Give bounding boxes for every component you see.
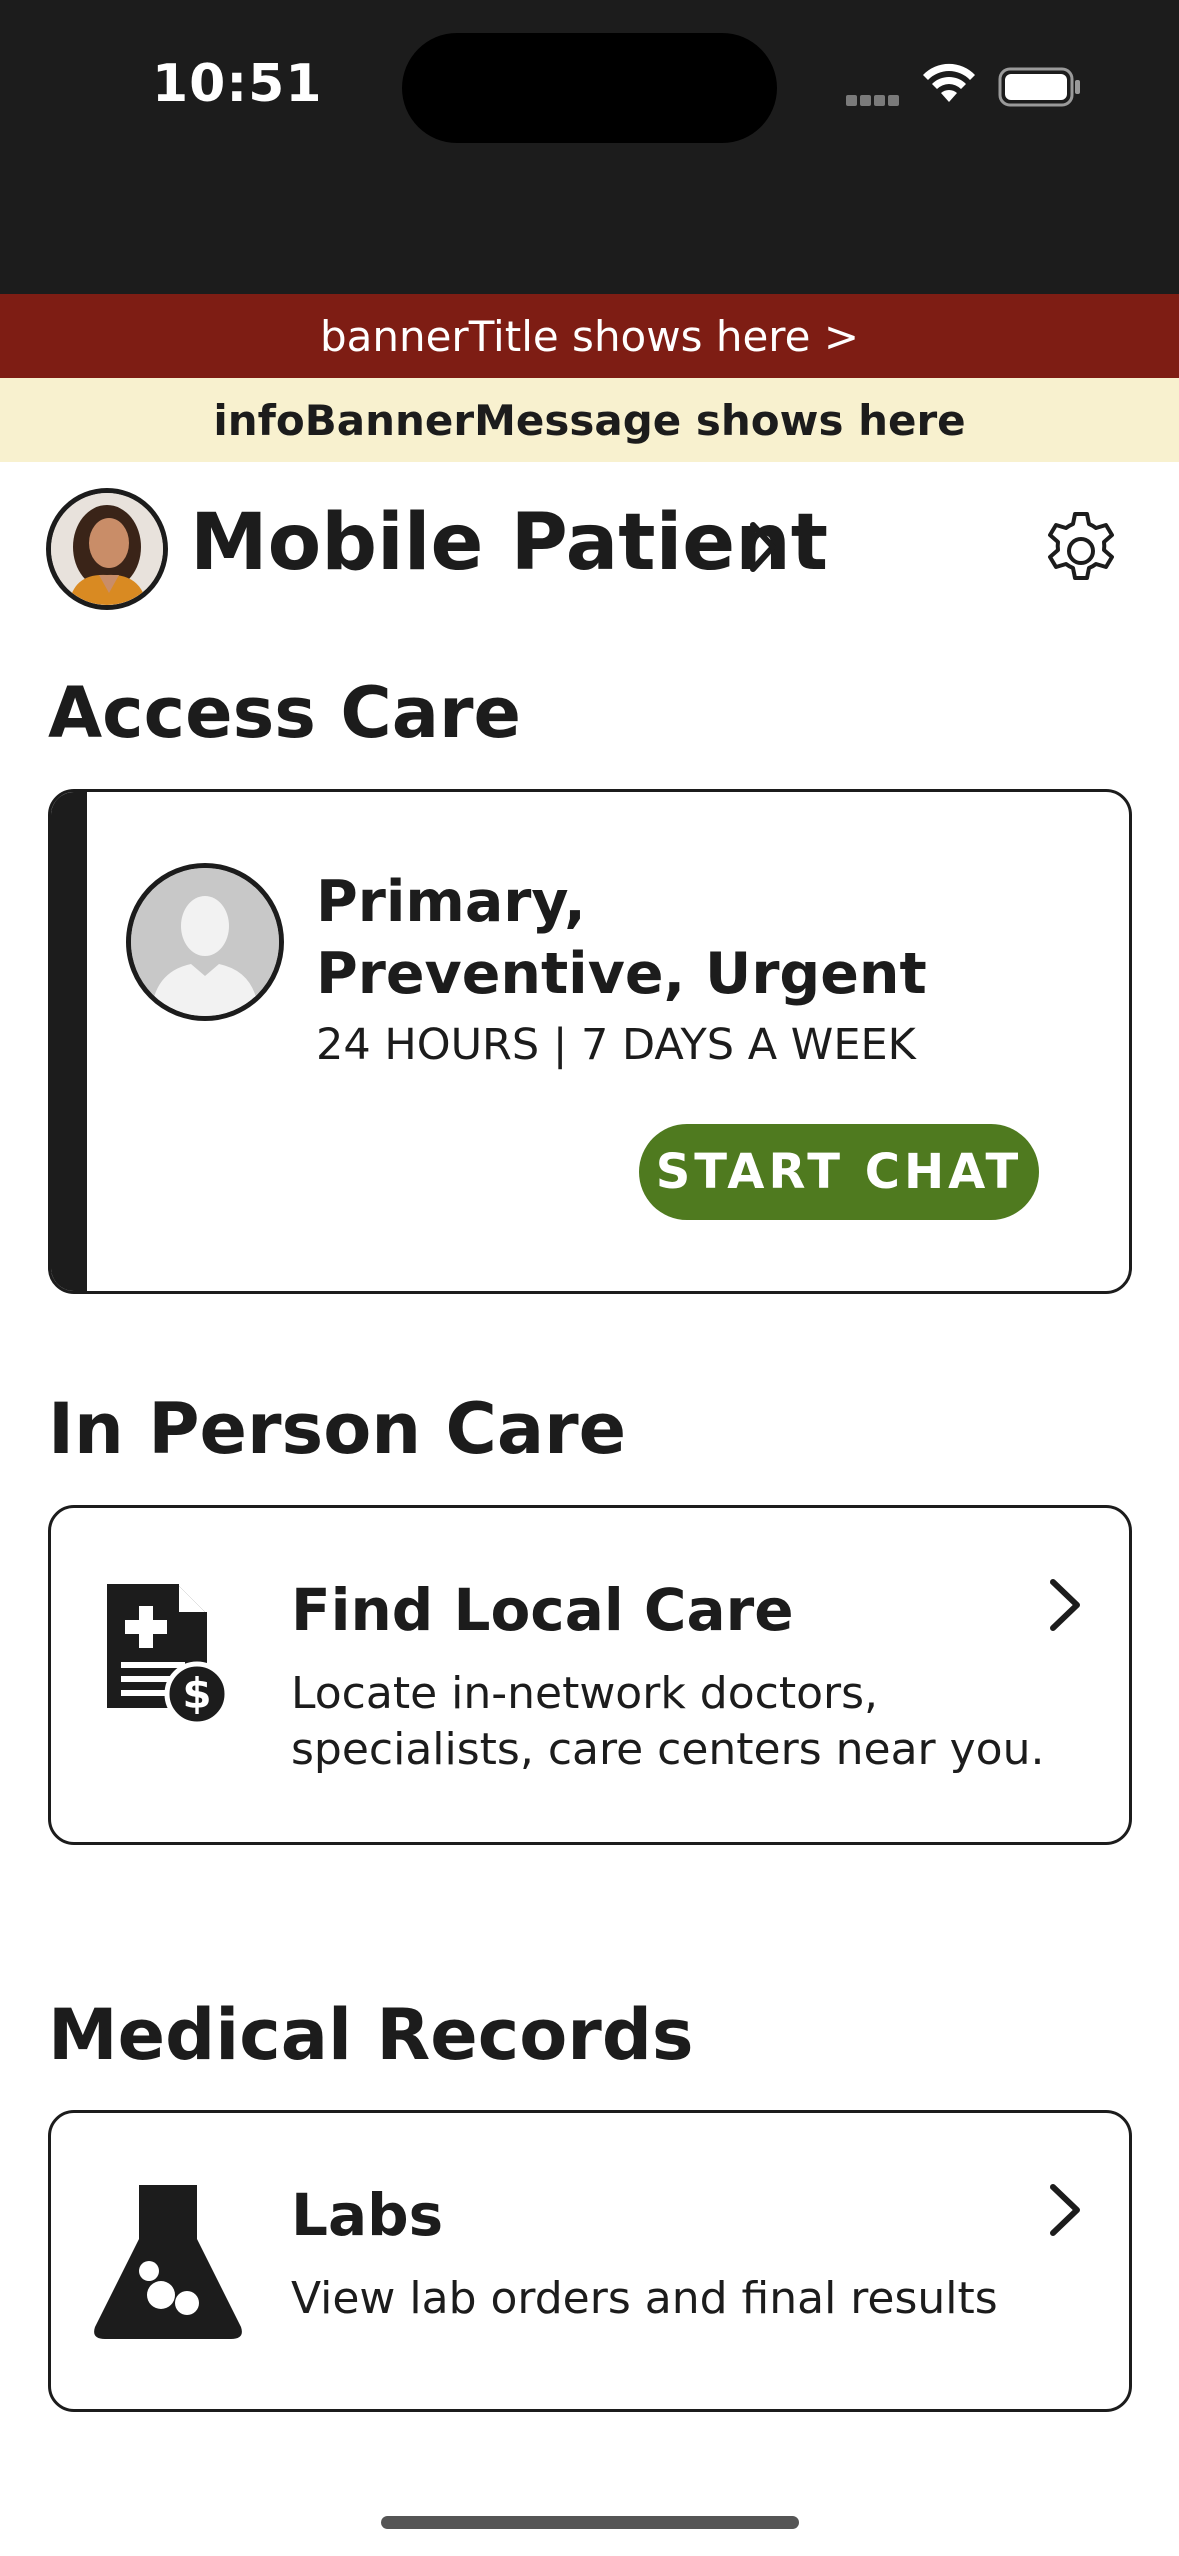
- section-title-access-care: Access Care: [48, 672, 521, 754]
- chevron-right-icon: [1050, 1579, 1080, 1631]
- labs-description: View lab orders and final results: [291, 2273, 998, 2324]
- section-title-medical-records: Medical Records: [48, 1994, 694, 2076]
- profile-name[interactable]: Mobile Patient: [190, 498, 828, 588]
- find-local-care-description: Locate in-network doctors, specialists, …: [291, 1668, 1045, 1775]
- cellular-signal-icon: [846, 93, 902, 111]
- section-title-in-person-care: In Person Care: [48, 1388, 627, 1470]
- home-indicator[interactable]: [381, 2516, 799, 2529]
- status-time: 10:51: [152, 54, 323, 114]
- profile-photo: [51, 493, 163, 605]
- avatar[interactable]: [46, 488, 168, 610]
- find-local-care-title: Find Local Care: [291, 1576, 794, 1644]
- svg-text:$: $: [182, 1669, 211, 1718]
- access-care-card: Primary, Preventive, Urgent 24 HOURS | 7…: [48, 789, 1132, 1294]
- wifi-icon: [923, 63, 975, 102]
- labs-title: Labs: [291, 2181, 444, 2249]
- gear-icon[interactable]: [1040, 508, 1122, 590]
- dynamic-island: [402, 33, 777, 143]
- provider-avatar: [126, 863, 284, 1021]
- lab-flask-icon: [94, 2185, 242, 2339]
- person-placeholder-icon: [131, 868, 279, 1016]
- info-banner: infoBannerMessage shows here: [0, 378, 1179, 462]
- medical-document-dollar-icon: $: [107, 1584, 230, 1727]
- chevron-right-icon[interactable]: [748, 520, 778, 574]
- battery-icon: [998, 67, 1080, 107]
- alert-banner[interactable]: bannerTitle shows here >: [0, 294, 1179, 378]
- find-local-care-card[interactable]: $ Find Local Care Locate in-network doct…: [48, 1505, 1132, 1845]
- care-card-hours: 24 HOURS | 7 DAYS A WEEK: [316, 1020, 916, 1070]
- chevron-right-icon: [1050, 2184, 1080, 2236]
- start-chat-button[interactable]: START CHAT: [639, 1124, 1039, 1220]
- care-card-title: Primary, Preventive, Urgent: [316, 869, 927, 1007]
- labs-card[interactable]: Labs View lab orders and final results: [48, 2110, 1132, 2412]
- card-accent-stripe: [51, 792, 87, 1291]
- status-bar: 10:51: [0, 0, 1179, 294]
